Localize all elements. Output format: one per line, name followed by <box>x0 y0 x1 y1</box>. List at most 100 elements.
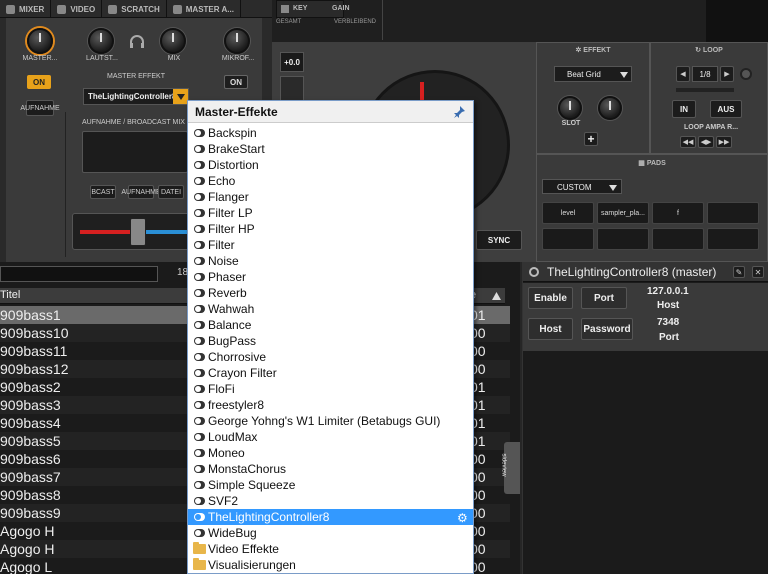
password-button[interactable]: Password <box>581 318 633 340</box>
menu-item[interactable]: Distortion <box>188 157 473 173</box>
crossfader-handle[interactable] <box>130 218 146 246</box>
track-title: 909bass10 <box>0 325 69 341</box>
menu-item[interactable]: LoudMax <box>188 429 473 445</box>
pads-icon: ▦ <box>638 160 647 167</box>
menu-item[interactable]: BugPass <box>188 333 473 349</box>
menu-folder-item[interactable]: Video Effekte <box>188 541 473 557</box>
plugin-power-icon[interactable] <box>529 267 539 277</box>
gear-icon[interactable]: ⚙ <box>457 510 468 526</box>
pin-icon[interactable]: ✎ <box>733 266 745 278</box>
menu-item[interactable]: WideBug <box>188 525 473 541</box>
loop-fwd-button[interactable]: ▶▶ <box>716 136 732 148</box>
menu-item-label: Distortion <box>208 158 259 172</box>
aufnahme-record-button[interactable]: AUFNAHME <box>121 185 161 199</box>
effect-param-knob[interactable] <box>598 96 622 120</box>
loop-both-button[interactable]: ◀▶ <box>698 136 714 148</box>
headphone-volume-knob[interactable] <box>88 28 114 54</box>
menu-item[interactable]: Phaser <box>188 269 473 285</box>
datei-button[interactable]: DATEI <box>158 185 184 199</box>
plugin-titlebar: TheLightingController8 (master) ✎ ✕ <box>523 262 768 282</box>
master-on-button[interactable]: ON <box>27 75 51 89</box>
aufnahme-button[interactable]: AUFNAHME <box>20 100 60 116</box>
sync-button[interactable]: SYNC <box>476 230 522 250</box>
menu-item[interactable]: TheLightingController8 ⚙ <box>188 509 473 525</box>
menu-item-label: Wahwah <box>208 302 255 316</box>
menu-item[interactable]: freestyler8 <box>188 397 473 413</box>
pad-2[interactable]: sampler_pla... <box>597 202 649 224</box>
dropdown-arrow-icon[interactable] <box>173 89 188 104</box>
menu-item[interactable]: Wahwah <box>188 301 473 317</box>
loop-out-button[interactable]: AUS <box>710 100 742 118</box>
pads-mode-select[interactable]: CUSTOM <box>542 179 622 194</box>
menu-item[interactable]: SVF2 <box>188 493 473 509</box>
menu-item-label: Filter <box>208 238 235 252</box>
menu-item[interactable]: Reverb <box>188 285 473 301</box>
effect-slot-knob[interactable] <box>558 96 582 120</box>
effect-select-value: Beat Grid <box>567 70 601 79</box>
port-button[interactable]: Port <box>581 287 627 309</box>
pad-4[interactable] <box>707 202 759 224</box>
menu-item-label: LoudMax <box>208 430 258 444</box>
pad-7[interactable] <box>652 228 704 250</box>
pad-8[interactable] <box>707 228 759 250</box>
tab-video[interactable]: VIDEO <box>51 0 103 18</box>
sideview-tab[interactable]: sideview <box>501 442 520 494</box>
loop-next-button[interactable]: ▶ <box>720 66 734 82</box>
toggle-icon <box>194 177 205 185</box>
menu-item[interactable]: Balance <box>188 317 473 333</box>
menu-item[interactable]: FloFi <box>188 381 473 397</box>
microphone-on-button[interactable]: ON <box>224 75 248 89</box>
headphone-mix-knob[interactable] <box>160 28 186 54</box>
menu-item[interactable]: Filter <box>188 237 473 253</box>
toggle-icon <box>194 401 205 409</box>
track-title: 909bass2 <box>0 379 61 395</box>
menu-item[interactable]: George Yohng's W1 Limiter (Betabugs GUI) <box>188 413 473 429</box>
menu-item-label: Echo <box>208 174 236 188</box>
menu-item[interactable]: Simple Squeeze <box>188 477 473 493</box>
scratch-icon <box>108 4 118 14</box>
port-value: 7348 <box>657 317 680 328</box>
menu-item[interactable]: MonstaChorus <box>188 461 473 477</box>
master-effekt-select[interactable]: TheLightingController8 <box>83 88 189 105</box>
pad-1[interactable]: level <box>542 202 594 224</box>
menu-item[interactable]: Filter HP <box>188 221 473 237</box>
menu-item[interactable]: Crayon Filter <box>188 365 473 381</box>
menu-item[interactable]: Flanger <box>188 189 473 205</box>
track-title: Agogo L <box>0 559 53 574</box>
tab-master-audio[interactable]: MASTER A... <box>167 0 241 18</box>
tab-mixer[interactable]: MIXER <box>0 0 52 18</box>
sort-arrow-icon[interactable] <box>492 292 501 300</box>
master-effects-menu: Master-Effekte Backspin BrakeStart Distort… <box>187 100 474 574</box>
bcast-button[interactable]: BCAST <box>90 185 116 199</box>
close-icon[interactable]: ✕ <box>752 266 764 278</box>
pad-6[interactable] <box>597 228 649 250</box>
menu-item[interactable]: BrakeStart <box>188 141 473 157</box>
tab-scratch[interactable]: SCRATCH <box>102 0 167 18</box>
loop-back-button[interactable]: ◀◀ <box>680 136 696 148</box>
track-title: 909bass4 <box>0 415 61 431</box>
host-button[interactable]: Host <box>528 318 573 340</box>
menu-item[interactable]: Chorrosive <box>188 349 473 365</box>
toggle-icon <box>194 305 205 313</box>
add-effect-button[interactable]: + <box>584 132 598 146</box>
pad-3[interactable]: f <box>652 202 704 224</box>
menu-folder-item[interactable]: Visualisierungen <box>188 557 473 573</box>
menu-item[interactable]: Noise <box>188 253 473 269</box>
loop-in-button[interactable]: IN <box>672 100 696 118</box>
loop-prev-button[interactable]: ◀ <box>676 66 690 82</box>
menu-item[interactable]: Backspin <box>188 125 473 141</box>
loop-roll-icon[interactable] <box>740 68 752 80</box>
menu-item[interactable]: Echo <box>188 173 473 189</box>
search-input[interactable] <box>0 266 158 282</box>
menu-item[interactable]: Filter LP <box>188 205 473 221</box>
microphone-knob[interactable] <box>224 28 250 54</box>
menu-item[interactable]: Moneo <box>188 445 473 461</box>
pin-icon[interactable] <box>454 106 465 118</box>
toggle-icon <box>194 257 205 265</box>
pad-5[interactable] <box>542 228 594 250</box>
column-title[interactable]: Titel <box>0 289 20 301</box>
master-volume-knob[interactable] <box>27 28 53 54</box>
effect-select[interactable]: Beat Grid <box>554 66 632 82</box>
enable-button[interactable]: Enable <box>528 287 573 309</box>
menu-item-label: Reverb <box>208 286 247 300</box>
